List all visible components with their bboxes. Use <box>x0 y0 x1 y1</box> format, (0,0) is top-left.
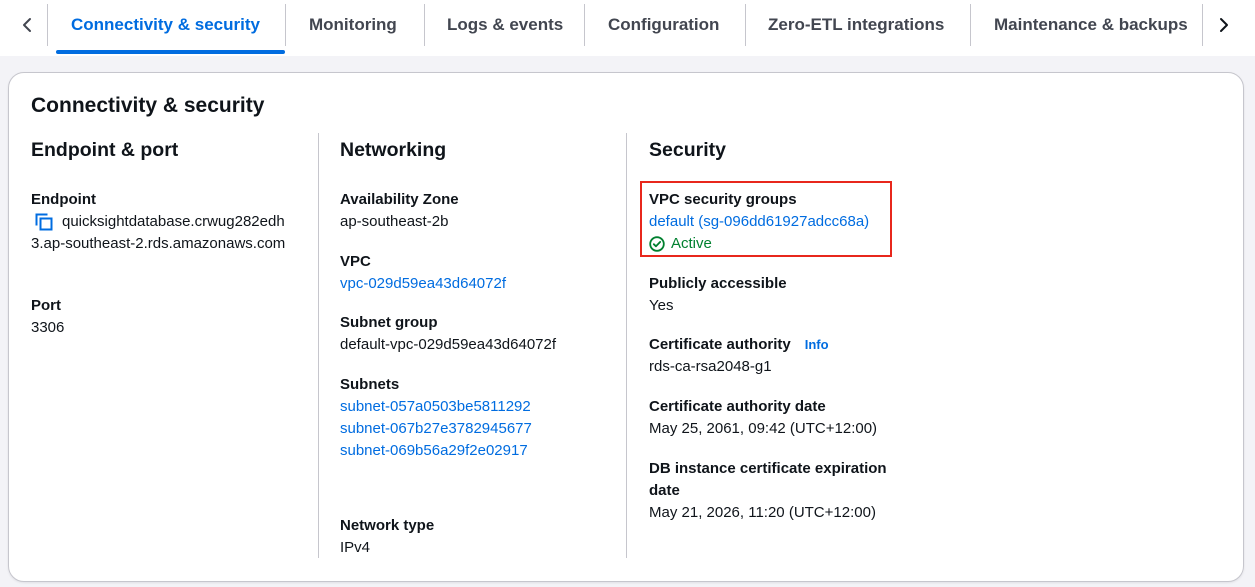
port-value: 3306 <box>31 319 65 336</box>
cert-expiration-value: May 21, 2026, 11:20 (UTC+12:00) <box>649 504 876 521</box>
network-type-value: IPv4 <box>340 539 371 556</box>
tab-configuration[interactable]: Configuration <box>608 0 719 50</box>
tab-divider <box>584 4 585 46</box>
certificate-authority-date-value: May 25, 2061, 09:42 (UTC+12:00) <box>649 420 878 437</box>
tab-divider <box>285 4 286 46</box>
tab-bar: Connectivity & security Monitoring Logs … <box>0 0 1255 56</box>
certificate-authority-label-text: Certificate authority <box>649 336 791 353</box>
connectivity-security-panel: Connectivity & security Endpoint & port … <box>8 72 1244 582</box>
cert-expiration-label-cont: date <box>649 482 680 499</box>
subnet-group-label: Subnet group <box>340 314 438 331</box>
tab-divider <box>424 4 425 46</box>
certificate-authority-value: rds-ca-rsa2048-g1 <box>649 358 772 375</box>
subnet-group-value: default-vpc-029d59ea43d64072f <box>340 336 557 353</box>
network-type-label: Network type <box>340 517 435 534</box>
copy-icon[interactable] <box>35 213 53 231</box>
subnet-link[interactable]: subnet-069b56a29f2e02917 <box>340 440 528 462</box>
availability-zone-label: Availability Zone <box>340 191 459 208</box>
subnet-link[interactable]: subnet-067b27e3782945677 <box>340 418 532 440</box>
tab-divider <box>47 4 48 46</box>
tab-divider <box>1202 4 1203 46</box>
tab-monitoring[interactable]: Monitoring <box>309 0 397 50</box>
endpoint-value-wrap: quicksightdatabase.crwug282edh3.ap-south… <box>31 211 296 255</box>
vpc-link[interactable]: vpc-029d59ea43d64072f <box>340 273 506 295</box>
port-label: Port <box>31 297 61 314</box>
endpoint-label: Endpoint <box>31 191 96 208</box>
endpoint-value: quicksightdatabase.crwug282edh3.ap-south… <box>31 213 286 252</box>
info-link[interactable]: Info <box>805 337 829 352</box>
tab-logs-events[interactable]: Logs & events <box>447 0 563 50</box>
active-tab-indicator <box>56 50 285 54</box>
tab-connectivity-security[interactable]: Connectivity & security <box>71 0 260 50</box>
chevron-left-icon[interactable] <box>12 10 42 40</box>
column-divider <box>318 133 319 558</box>
tab-maintenance-backups[interactable]: Maintenance & backups <box>994 0 1188 50</box>
vpc-label: VPC <box>340 253 371 270</box>
security-heading: Security <box>649 139 726 161</box>
networking-heading: Networking <box>340 139 447 161</box>
endpoint-port-heading: Endpoint & port <box>31 139 179 161</box>
subnet-link[interactable]: subnet-057a0503be5811292 <box>340 396 531 418</box>
subnets-label: Subnets <box>340 376 400 393</box>
publicly-accessible-label: Publicly accessible <box>649 275 787 292</box>
chevron-right-icon[interactable] <box>1209 10 1239 40</box>
certificate-authority-date-label: Certificate authority date <box>649 398 826 415</box>
highlight-box <box>640 181 892 257</box>
publicly-accessible-value: Yes <box>649 297 674 314</box>
availability-zone-value: ap-southeast-2b <box>340 213 449 230</box>
certificate-authority-label: Certificate authority Info <box>649 334 829 356</box>
tab-zero-etl-integrations[interactable]: Zero-ETL integrations <box>768 0 944 50</box>
tab-divider <box>745 4 746 46</box>
column-divider <box>626 133 627 558</box>
cert-expiration-label: DB instance certificate expiration <box>649 460 887 477</box>
tab-divider <box>970 4 971 46</box>
panel-title: Connectivity & security <box>31 94 265 117</box>
